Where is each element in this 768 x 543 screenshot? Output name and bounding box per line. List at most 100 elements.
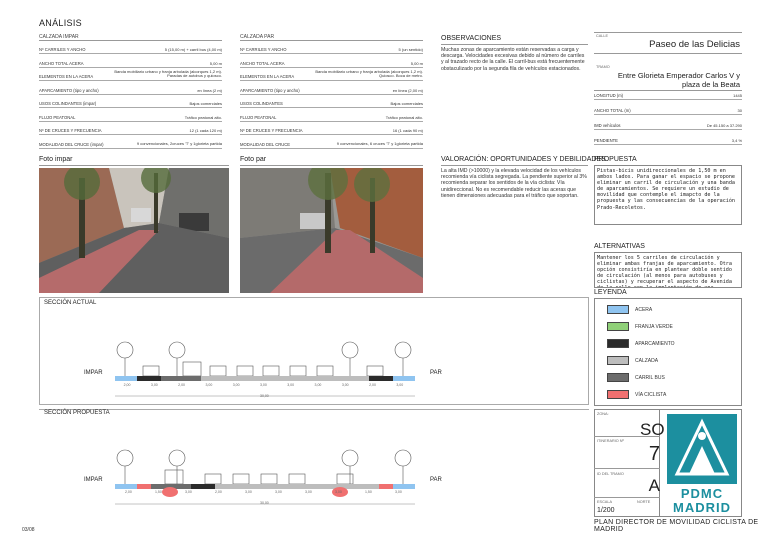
legend-label: CALZADA	[635, 358, 659, 364]
dimension-label: 2,00	[178, 383, 185, 387]
row-label: Nº DE CRUCES Y FRECUENCIA	[240, 128, 303, 133]
alternativas-text: Mantener los 5 carriles de circulación y…	[597, 255, 732, 287]
row-value: en línea (2 m)	[197, 87, 222, 93]
alternativas-heading: ALTERNATIVAS	[594, 243, 645, 250]
dimension-label: 2,00	[123, 383, 131, 387]
row-value: Bajos comerciales	[189, 101, 222, 106]
trees-row	[116, 449, 412, 484]
aparcamiento-left	[137, 376, 161, 381]
foto-impar	[39, 168, 229, 293]
valoracion-heading: VALORACIÓN: OPORTUNIDADES Y DEBILIDADES	[441, 156, 606, 163]
seccion-propuesta-right: PAR	[430, 477, 442, 483]
dimension-label: 3,00	[305, 490, 312, 494]
row-value: 5,00 m	[209, 60, 222, 66]
seccion-actual-left: IMPAR	[84, 370, 103, 376]
divider	[240, 40, 423, 41]
table-row: ELEMENTOS EN LA ACERA Banda mobiliario ur…	[39, 69, 222, 81]
norte-tag: NORTE	[637, 500, 651, 504]
foto-par	[240, 168, 423, 293]
row-label: ANCHO TOTAL ACERA	[39, 60, 84, 66]
tramo-name: Entre Glorieta Emperador Carlos V y plaz…	[617, 71, 740, 89]
row-value: 12 (1 cada 120 m)	[189, 128, 222, 133]
table-row: FLUJO PEATONAL Tráfico peatonal alto.	[240, 110, 423, 122]
street-photo-par	[240, 168, 423, 293]
divider	[39, 165, 229, 166]
observaciones-heading: OBSERVACIONES	[441, 35, 502, 42]
dimension-label: 2,00	[369, 383, 376, 387]
table-row: ELEMENTOS EN LA ACERA Banda mobiliario ur…	[240, 69, 423, 81]
fact-label: PENDIENTE	[594, 138, 618, 143]
legend-swatch	[607, 356, 629, 365]
leyenda-heading: LEYENDA	[594, 289, 627, 296]
row-value: Bajos comerciales	[390, 101, 423, 106]
row-label: MODALIDAD DEL CRUCE (impar)	[39, 141, 104, 147]
seccion-propuesta-drawing	[115, 449, 415, 505]
fact-label: LONGITUD (m)	[594, 93, 624, 98]
row-label: APARCAMIENTO (tipo y ancho)	[39, 87, 99, 93]
zona-tag: ZONA:	[597, 412, 609, 416]
table-row: Nº DE CRUCES Y FRECUENCIA 12 (1 cada 120 …	[39, 123, 222, 135]
row-label: FLUJO PEATONAL	[39, 114, 76, 120]
table-row: Nº CARRILES Y ANCHO 5 (un sentido)	[240, 42, 423, 54]
table-row: APARCAMIENTO (tipo y ancho) en línea (2,0…	[240, 83, 423, 95]
legend-swatch	[607, 322, 629, 331]
itinerario-tag: ITINERARIO Nº	[597, 439, 624, 443]
street-photo-impar	[39, 168, 229, 293]
via-ciclista-left	[137, 484, 151, 489]
id-tramo-tag: ID DEL TRAMO	[597, 472, 624, 476]
seccion-propuesta-total: 30,00	[260, 501, 269, 505]
table-row: ANCHO TOTAL ACERA 5,00 m	[240, 56, 423, 68]
calle-tag: CALLE	[596, 34, 609, 38]
divider	[240, 165, 423, 166]
legend-swatch	[607, 390, 629, 399]
dimension-label: 3,00	[341, 383, 349, 387]
dimension-label: 2,00	[125, 490, 132, 494]
divider	[39, 40, 222, 41]
fact-value: 30	[737, 108, 742, 113]
zona-value: SO	[640, 420, 665, 439]
vehicles	[164, 469, 354, 485]
row-label: Nº CARRILES Y ANCHO	[240, 47, 287, 52]
divider	[594, 436, 660, 437]
page-number: 03/08	[22, 527, 35, 533]
logo-pdmc: PDMC	[680, 486, 724, 501]
table-row: MODALIDAD DEL CRUCE (impar) 9 convenciona…	[39, 137, 222, 149]
dimension-label: 3,00	[205, 383, 213, 387]
page-title: ANÁLISIS	[39, 18, 82, 28]
row-label: Nº CARRILES Y ANCHO	[39, 47, 86, 52]
row-label: USOS COLINDANTES	[240, 101, 283, 106]
street-name: Paseo de las Delicias	[649, 39, 740, 50]
dimension-label: 3,00	[335, 490, 342, 494]
bike-logo-icon	[674, 418, 730, 476]
row-value: Tráfico peatonal alto.	[385, 114, 423, 120]
legend-label: APARCAMIENTO	[635, 341, 675, 347]
dimension-label: 3,00	[232, 383, 240, 387]
vehicles	[142, 361, 384, 377]
alternativas-box: Mantener los 5 carriles de circulación y…	[594, 252, 742, 288]
row-value: 9 convencionales, 2cruces 'T' y 1gloriet…	[136, 140, 222, 146]
foto-impar-label: Foto impar	[39, 156, 73, 163]
table-row: Nº DE CRUCES Y FRECUENCIA 16 (1 cada 90 m…	[240, 123, 423, 135]
table-row: MODALIDAD DEL CRUCE 9 convencionales, 6 c…	[240, 137, 423, 149]
table-row: USOS COLINDANTES (impar) Bajos comerciale…	[39, 96, 222, 108]
observaciones-text: Muchas zonas de aparcamiento están reser…	[441, 47, 585, 72]
table-row: APARCAMIENTO (tipo y ancho) en línea (2 m…	[39, 83, 222, 95]
calle-box: CALLE Paseo de las Delicias	[594, 32, 742, 54]
propuesta-box: Pistas-bicis unidireccionales de 1,50 m …	[594, 165, 742, 225]
divider	[594, 468, 660, 469]
fact-row: ANCHO TOTAL (m) 30	[594, 103, 742, 115]
fact-label: IMD vehículos	[594, 123, 621, 128]
dimension-label: 3,00	[260, 383, 267, 387]
divider	[594, 497, 660, 498]
aparcamiento	[191, 484, 215, 489]
acera-right	[393, 484, 415, 489]
dimension-label: 1,50	[365, 490, 372, 494]
fact-row: PENDIENTE 3,4 %	[594, 133, 742, 145]
propuesta-text: Pistas-bicis unidireccionales de 1,50 m …	[597, 168, 736, 211]
acera-left	[115, 376, 137, 381]
legend-label: ACERA	[635, 307, 653, 313]
seccion-propuesta-left: IMPAR	[84, 477, 103, 483]
via-ciclista-right	[379, 484, 393, 489]
divider	[441, 165, 588, 166]
carril-bus	[161, 376, 201, 381]
